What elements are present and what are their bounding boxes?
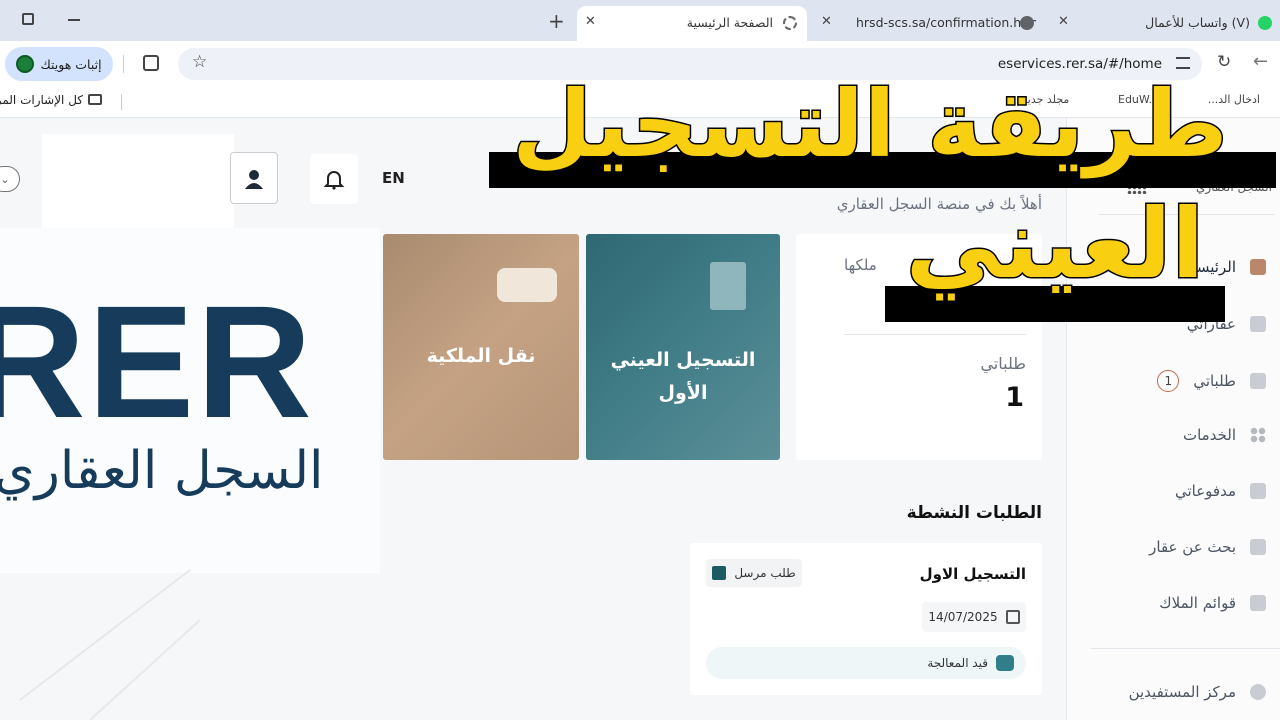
bell-icon bbox=[323, 168, 345, 194]
separator bbox=[123, 55, 124, 73]
properties-text: ملكها bbox=[844, 256, 877, 274]
close-tab-icon[interactable]: ✕ bbox=[821, 14, 832, 29]
tab-home[interactable]: الصفحة الرئيسية ✕ bbox=[577, 6, 807, 41]
sidebar-item-owner-lists[interactable]: قوائم الملاك bbox=[1159, 594, 1266, 612]
tile-title-line1: التسجيل العيني bbox=[610, 348, 756, 371]
url-text: eservices.rer.sa/#/home bbox=[997, 56, 1162, 72]
sidebar-item-label: بحث عن عقار bbox=[1149, 538, 1236, 556]
card-icon bbox=[1250, 483, 1266, 499]
overlay-title-line2: العيني bbox=[904, 188, 1206, 300]
close-tab-icon[interactable]: ✕ bbox=[585, 14, 596, 29]
handshake-icon bbox=[497, 268, 557, 302]
tile-title-line2: الأول bbox=[658, 382, 708, 404]
tile-title: نقل الملكية bbox=[426, 345, 536, 368]
tab-title: hrsd-scs.sa/confirmation.html?c bbox=[856, 15, 1036, 30]
globe-favicon-icon bbox=[1020, 16, 1034, 30]
whatsapp-favicon-icon bbox=[1258, 16, 1272, 30]
building-icon bbox=[710, 262, 746, 310]
request-date: 14/07/2025 bbox=[922, 602, 1026, 632]
request-status: قيد المعالجة bbox=[706, 647, 1026, 679]
building-icon bbox=[1250, 316, 1266, 332]
tab-search-icon[interactable] bbox=[22, 13, 34, 25]
tab-hrsd[interactable]: hrsd-scs.sa/confirmation.html?c ✕ ✕ bbox=[815, 6, 1070, 41]
request-type-badge: طلب مرسل bbox=[706, 559, 802, 587]
requests-icon bbox=[1250, 373, 1266, 389]
identity-button[interactable]: إثبات هويتك bbox=[5, 47, 113, 81]
user-icon bbox=[245, 169, 263, 189]
home-icon bbox=[1250, 259, 1266, 275]
sidebar-item-search-property[interactable]: بحث عن عقار bbox=[1149, 538, 1266, 556]
requests-badge: 1 bbox=[1157, 370, 1180, 392]
help-icon bbox=[1250, 684, 1266, 700]
gear-favicon-icon bbox=[783, 16, 797, 30]
badge-label: طلب مرسل bbox=[734, 566, 796, 580]
separator bbox=[121, 94, 122, 110]
rer-logo-letters: RER bbox=[0, 272, 314, 451]
rer-logo-subtitle: السجل العقاري bbox=[0, 441, 324, 501]
minimize-icon[interactable] bbox=[68, 19, 80, 21]
extensions-icon[interactable] bbox=[143, 55, 159, 71]
sidebar-divider bbox=[1091, 648, 1280, 649]
overlay-title-line1: طريقة التسجيل bbox=[511, 71, 1230, 178]
close-tab-icon[interactable]: ✕ bbox=[1058, 14, 1069, 29]
user-profile-button[interactable] bbox=[230, 152, 278, 204]
sidebar-item-label: مدفوعاتي bbox=[1174, 482, 1236, 500]
grid-icon bbox=[1250, 427, 1266, 443]
card-divider bbox=[844, 334, 1026, 335]
tile-first-registration[interactable]: التسجيل العيني الأول bbox=[586, 234, 780, 460]
dropdown-chevron[interactable]: ⌄ bbox=[0, 166, 20, 192]
tile-ownership-transfer[interactable]: نقل الملكية bbox=[383, 234, 579, 460]
background-decoration bbox=[19, 569, 201, 720]
tab-whatsapp[interactable]: (V) واتساب للأعمال bbox=[1075, 6, 1280, 41]
user-name-placeholder bbox=[42, 134, 234, 228]
browser-tab-strip: + الصفحة الرئيسية ✕ hrsd-scs.sa/confirma… bbox=[0, 0, 1280, 41]
sidebar-item-label: مركز المستفيدين bbox=[1128, 683, 1236, 701]
sidebar-item-payments[interactable]: مدفوعاتي bbox=[1175, 482, 1266, 500]
inbox-icon bbox=[712, 566, 727, 580]
status-text: قيد المعالجة bbox=[927, 656, 988, 670]
sidebar-item-label: الخدمات bbox=[1182, 426, 1236, 444]
identity-icon bbox=[16, 55, 35, 73]
requests-label: طلباتي bbox=[980, 354, 1026, 373]
identity-label: إثبات هويتك bbox=[40, 56, 102, 72]
tab-title: الصفحة الرئيسية bbox=[686, 15, 773, 30]
sidebar-item-label: قوائم الملاك bbox=[1159, 594, 1236, 612]
language-switch[interactable]: EN bbox=[382, 169, 405, 187]
sidebar-item-label: طلباتي bbox=[1193, 372, 1236, 390]
back-icon[interactable]: ← bbox=[1253, 51, 1268, 72]
search-icon bbox=[1250, 539, 1266, 555]
list-icon bbox=[1250, 595, 1266, 611]
sidebar-item-requests[interactable]: طلباتي 1 bbox=[1157, 370, 1266, 392]
bookmark-star-icon[interactable]: ☆ bbox=[192, 52, 207, 72]
notifications-button[interactable] bbox=[310, 154, 358, 204]
chat-icon bbox=[996, 655, 1014, 671]
tab-title: (V) واتساب للأعمال bbox=[1145, 15, 1250, 30]
new-tab-button[interactable]: + bbox=[548, 9, 565, 33]
folder-icon bbox=[88, 94, 102, 105]
request-title: التسجيل الاول bbox=[919, 565, 1026, 583]
sidebar-item-help-center[interactable]: مركز المستفيدين bbox=[1129, 683, 1266, 701]
reload-icon[interactable]: ↻ bbox=[1217, 52, 1231, 72]
date-text: 14/07/2025 bbox=[928, 610, 998, 624]
site-settings-icon[interactable] bbox=[1176, 57, 1190, 69]
requests-count: 1 bbox=[1005, 382, 1024, 413]
request-card[interactable]: التسجيل الاول طلب مرسل 14/07/2025 قيد ال… bbox=[690, 543, 1042, 695]
active-requests-title: الطلبات النشطة bbox=[906, 503, 1042, 523]
sidebar-item-services[interactable]: الخدمات bbox=[1183, 426, 1266, 444]
bookmark-label: كل الإشارات المرجعية bbox=[0, 93, 83, 107]
calendar-icon bbox=[1005, 610, 1020, 624]
